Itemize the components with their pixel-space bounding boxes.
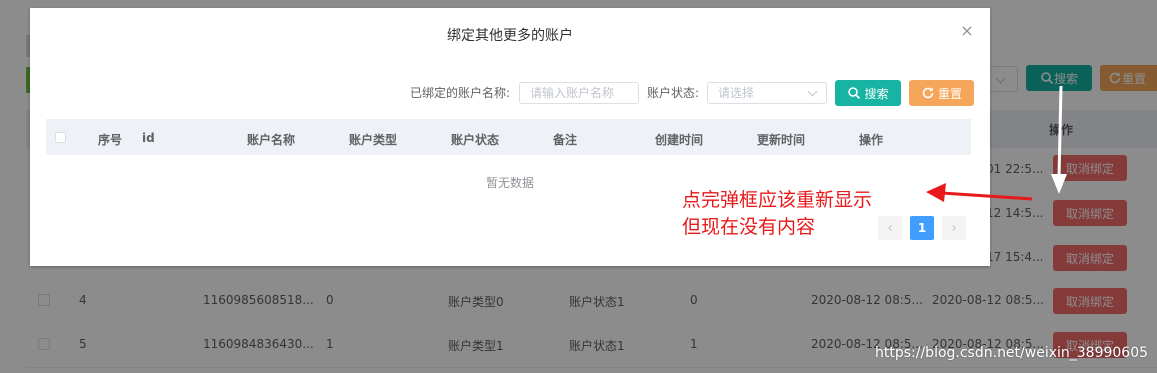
- search-icon: [848, 87, 861, 100]
- select-all-checkbox[interactable]: [55, 132, 66, 143]
- col-header-ops: 操作: [859, 133, 884, 147]
- pager-next-button[interactable]: ›: [942, 216, 966, 240]
- col-header-name: 账户名称: [247, 133, 296, 147]
- search-button[interactable]: 搜索: [835, 80, 901, 106]
- dialog-title: 绑定其他更多的账户: [447, 28, 573, 44]
- col-header-updated: 更新时间: [757, 133, 806, 147]
- col-header-remark: 备注: [553, 133, 578, 147]
- reset-button-label: 重置: [937, 86, 962, 101]
- pager-current-page[interactable]: 1: [910, 216, 934, 240]
- col-header-status: 账户状态: [451, 133, 500, 147]
- table-header: 序号 id 账户名称 账户类型 账户状态 备注 创建时间 更新时间 操作: [46, 119, 971, 155]
- close-icon[interactable]: ×: [960, 23, 974, 39]
- status-filter-label: 账户状态:: [647, 86, 700, 100]
- bind-accounts-dialog: 绑定其他更多的账户 × 已绑定的账户名称: 账户状态: 搜索 重置 序号 id …: [30, 8, 990, 266]
- name-filter-label: 已绑定的账户名称:: [410, 86, 511, 100]
- col-header-created: 创建时间: [655, 133, 704, 147]
- search-button-label: 搜索: [864, 86, 889, 101]
- col-header-seq: 序号: [98, 133, 123, 147]
- watermark: https://blog.csdn.net/weixin_38990605: [875, 345, 1149, 361]
- col-header-id: id: [142, 131, 155, 145]
- annotation-line-1: 点完弹框应该重新显示: [682, 189, 873, 211]
- pager-prev-button[interactable]: ‹: [878, 216, 902, 240]
- annotation-line-2: 但现在没有内容: [682, 216, 816, 238]
- col-header-type: 账户类型: [349, 133, 398, 147]
- refresh-icon: [922, 87, 934, 99]
- reset-button[interactable]: 重置: [909, 80, 974, 106]
- account-name-input[interactable]: [519, 82, 639, 104]
